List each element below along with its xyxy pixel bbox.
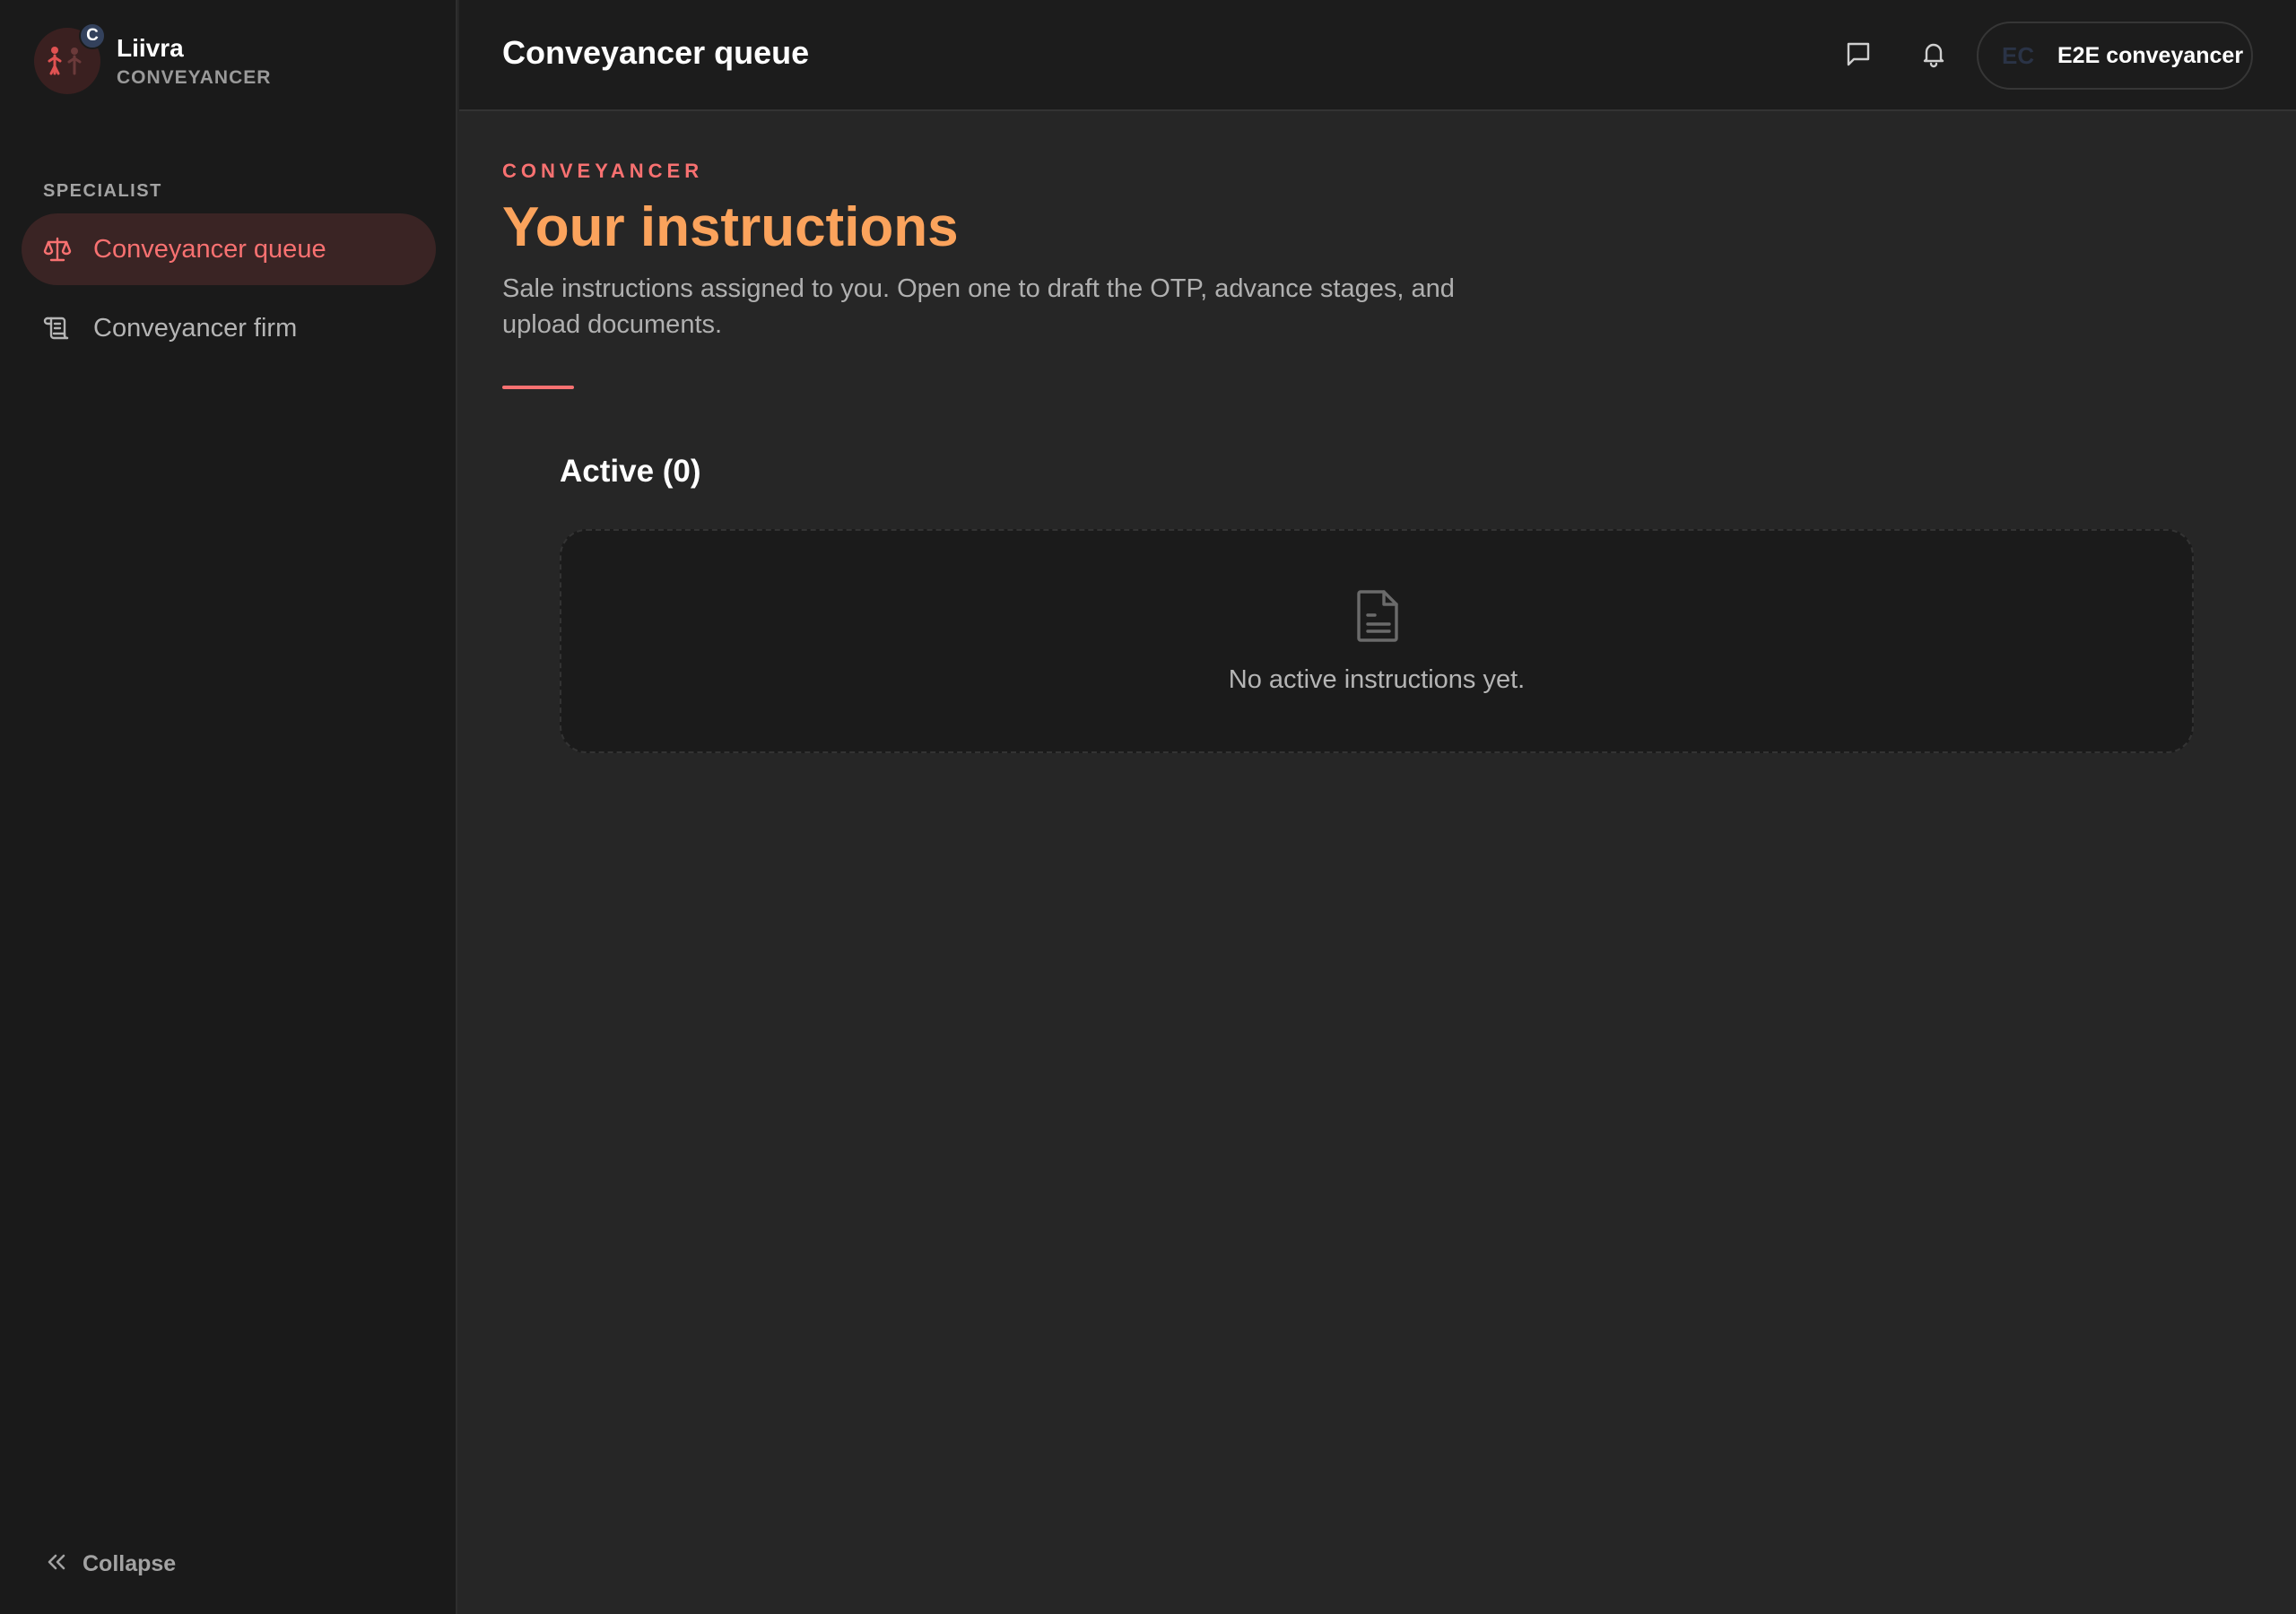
messages-button[interactable] <box>1837 34 1880 77</box>
page-eyebrow: CONVEYANCER <box>502 160 704 182</box>
scroll-icon <box>43 314 72 343</box>
top-header: Conveyancer queue EC E2E conveyancer <box>459 0 2296 111</box>
page-description: Sale instructions assigned to you. Open … <box>502 274 1455 339</box>
empty-state-text: No active instructions yet. <box>1228 665 1526 694</box>
message-icon <box>1844 39 1873 73</box>
brand-badge: C <box>79 22 106 49</box>
active-section-title: Active (0) <box>560 454 701 489</box>
brand-name: Liivra <box>117 34 184 62</box>
sidebar-item-label: Conveyancer queue <box>93 234 326 264</box>
app-root: C Liivra CONVEYANCER SPECIALIST Conveyan… <box>0 0 2296 1614</box>
notifications-button[interactable] <box>1912 34 1955 77</box>
sidebar-item-conveyancer-firm[interactable]: Conveyancer firm <box>22 292 436 364</box>
avatar: EC <box>2002 41 2035 69</box>
chevrons-left-icon <box>45 1550 68 1578</box>
main-content: CONVEYANCER Your instructions Sale instr… <box>459 113 2296 1614</box>
sidebar-item-conveyancer-queue[interactable]: Conveyancer queue <box>22 213 436 285</box>
brand-role: CONVEYANCER <box>117 67 272 88</box>
document-icon <box>1355 588 1402 644</box>
collapse-button[interactable]: Collapse <box>45 1546 176 1582</box>
user-name: E2E conveyancer <box>2057 42 2244 68</box>
page-heading: Your instructions <box>502 196 959 258</box>
couple-logo-icon: C <box>34 22 106 94</box>
brand-text: Liivra CONVEYANCER <box>117 33 271 89</box>
page-title: Conveyancer queue <box>502 34 810 71</box>
collapse-label: Collapse <box>83 1550 177 1576</box>
sidebar-item-label: Conveyancer firm <box>93 313 298 343</box>
bell-icon <box>1919 39 1948 73</box>
accent-divider <box>502 386 574 389</box>
sidebar: C Liivra CONVEYANCER SPECIALIST Conveyan… <box>0 0 457 1614</box>
empty-state-card: No active instructions yet. <box>560 529 2194 753</box>
scale-icon <box>43 235 72 264</box>
user-menu-button[interactable]: EC E2E conveyancer <box>1977 22 2253 90</box>
brand[interactable]: C Liivra CONVEYANCER <box>34 22 271 95</box>
sidebar-section-label: SPECIALIST <box>43 181 162 201</box>
